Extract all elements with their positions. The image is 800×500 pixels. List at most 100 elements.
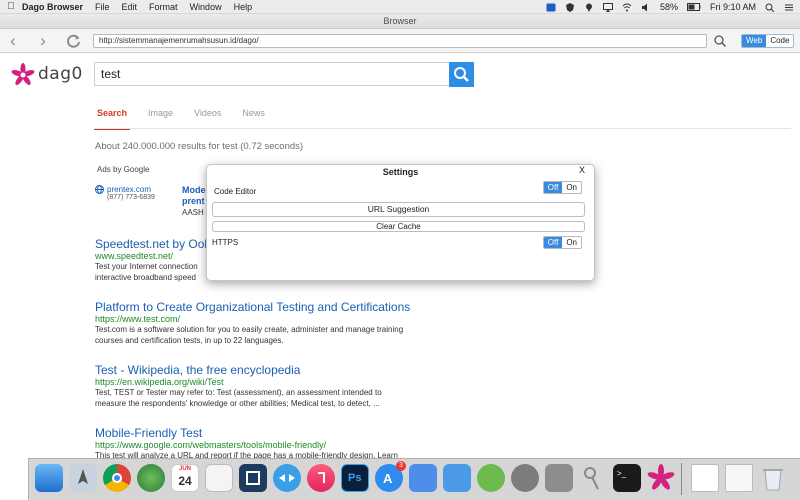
search-input[interactable]: test	[94, 62, 450, 86]
chrome-icon[interactable]	[103, 464, 131, 492]
dago-browser-icon[interactable]	[647, 464, 675, 492]
tab-news[interactable]: News	[239, 108, 268, 130]
menu-format[interactable]: Format	[149, 2, 178, 12]
forward-button[interactable]: ›	[34, 32, 52, 50]
search-button[interactable]	[449, 62, 474, 87]
location-status-icon[interactable]	[584, 3, 594, 12]
calendar-status-icon[interactable]	[546, 3, 556, 12]
calendar-day: 24	[178, 474, 192, 488]
tab-search[interactable]: Search	[94, 108, 131, 130]
result-url[interactable]: https://www.google.com/webmasters/tools/…	[95, 440, 455, 451]
app-store-badge: 3	[396, 461, 406, 471]
clock[interactable]: Fri 9:10 AM	[710, 2, 756, 12]
url-search-icon[interactable]	[713, 33, 727, 49]
result-title-link[interactable]: Mobile-Friendly Test	[95, 426, 455, 440]
app-store-icon[interactable]: A 3	[375, 461, 406, 492]
volume-icon[interactable]	[641, 3, 651, 12]
shield-status-icon[interactable]	[565, 2, 575, 12]
android-studio-icon[interactable]	[477, 464, 505, 492]
system-preferences-icon[interactable]	[511, 464, 539, 492]
logo-text: dag0	[38, 64, 83, 84]
tab-image[interactable]: Image	[145, 108, 176, 130]
result-snippet: Test, TEST or Tester may refer to: Test …	[95, 388, 382, 397]
calendar-month: JUN	[178, 466, 191, 472]
dashboard-app-icon[interactable]	[239, 464, 267, 492]
calendar-icon[interactable]: JUN 24	[171, 464, 199, 492]
trash-icon[interactable]	[759, 464, 787, 492]
downloads-stack-icon[interactable]	[725, 464, 753, 492]
finder-icon[interactable]	[35, 464, 63, 492]
gear-app-icon[interactable]	[545, 464, 573, 492]
globe-icon	[95, 185, 104, 194]
browser-toolbar: ‹ › http://sistemmanajemenrumahsusun.id/…	[0, 29, 800, 53]
result-url[interactable]: https://www.test.com/	[95, 314, 455, 325]
code-editor-toggle: Off On	[542, 181, 582, 194]
code-editor-off-option[interactable]: Off	[543, 182, 563, 193]
ad-description: AASH	[182, 208, 204, 217]
tabs-divider	[94, 128, 791, 129]
results-stats: About 240.000.000 results for test (0.72…	[95, 141, 304, 152]
flower-logo-icon	[11, 63, 35, 85]
ad-domain-link[interactable]: prentex.com	[107, 185, 151, 194]
battery-percent[interactable]: 58%	[660, 2, 678, 12]
code-mode-button[interactable]: Code	[766, 35, 794, 47]
dock: JUN 24 Ps A 3 >_	[28, 458, 800, 500]
app-name-menu[interactable]: Dago Browser	[22, 2, 83, 12]
itunes-icon[interactable]	[307, 464, 335, 492]
https-toggle: Off On	[542, 236, 582, 249]
spotlight-icon[interactable]	[765, 3, 775, 12]
airplay-icon[interactable]	[602, 2, 613, 12]
instruments-icon[interactable]	[443, 464, 471, 492]
settings-dialog: Settings X Code Editor Off On URL Sugges…	[206, 164, 595, 281]
result-snippet: Test.com is a software solution for you …	[95, 325, 404, 334]
ad-title-link-2[interactable]: prent	[182, 196, 205, 206]
list-icon[interactable]	[784, 3, 794, 12]
result-title-link[interactable]: Test - Wikipedia, the free encyclopedia	[95, 363, 455, 377]
tab-videos[interactable]: Videos	[191, 108, 224, 130]
close-button[interactable]: X	[579, 165, 585, 175]
launchpad-icon[interactable]	[69, 464, 97, 492]
preview-icon[interactable]	[205, 464, 233, 492]
web-mode-button[interactable]: Web	[742, 35, 767, 47]
clear-cache-button[interactable]: Clear Cache	[212, 221, 585, 232]
battery-icon[interactable]	[686, 3, 701, 11]
https-off-option[interactable]: Off	[543, 237, 563, 248]
url-input[interactable]: http://sistemmanajemenrumahsusun.id/dago…	[93, 34, 707, 48]
https-on-option[interactable]: On	[562, 237, 581, 248]
menu-file[interactable]: File	[95, 2, 110, 12]
reload-icon[interactable]	[66, 34, 81, 49]
photoshop-icon[interactable]: Ps	[341, 464, 369, 492]
status-area: 58% Fri 9:10 AM	[546, 0, 794, 14]
xcode-icon[interactable]	[409, 464, 437, 492]
document-icon[interactable]	[691, 464, 719, 492]
apple-icon[interactable]: 	[0, 1, 22, 12]
dago-logo[interactable]: dag0	[9, 63, 84, 87]
code-editor-on-option[interactable]: On	[562, 182, 581, 193]
globe-app-icon[interactable]	[137, 464, 165, 492]
result-snippet: courses and certification tests, in up t…	[95, 335, 284, 345]
wifi-icon[interactable]	[622, 3, 632, 12]
terminal-icon[interactable]: >_	[613, 464, 641, 492]
search-result: Mobile-Friendly Test https://www.google.…	[95, 426, 455, 462]
result-snippet: measure the respondents' knowledge or ot…	[95, 398, 380, 408]
ad-phone: (877) 773-6839	[107, 194, 155, 201]
ad-title-link[interactable]: Mode	[182, 185, 206, 195]
back-button[interactable]: ‹	[4, 32, 22, 50]
menu-window[interactable]: Window	[190, 2, 222, 12]
ads-label: Ads by Google	[97, 165, 150, 174]
search-icon	[454, 67, 469, 82]
dock-divider	[681, 463, 682, 495]
https-label: HTTPS	[212, 238, 239, 247]
result-url[interactable]: https://en.wikipedia.org/wiki/Test	[95, 377, 455, 388]
window-title: Browser	[0, 14, 800, 29]
teamviewer-icon[interactable]	[273, 464, 301, 492]
url-suggestion-button[interactable]: URL Suggestion	[212, 202, 585, 217]
menu-edit[interactable]: Edit	[122, 2, 138, 12]
result-title-link[interactable]: Platform to Create Organizational Testin…	[95, 300, 455, 314]
menu-help[interactable]: Help	[234, 2, 253, 12]
keychain-icon[interactable]	[579, 464, 607, 492]
code-editor-label: Code Editor	[214, 187, 257, 196]
system-menu-bar:  Dago Browser File Edit Format Window H…	[0, 0, 800, 14]
search-result: Platform to Create Organizational Testin…	[95, 300, 455, 346]
settings-title: Settings	[382, 167, 419, 177]
